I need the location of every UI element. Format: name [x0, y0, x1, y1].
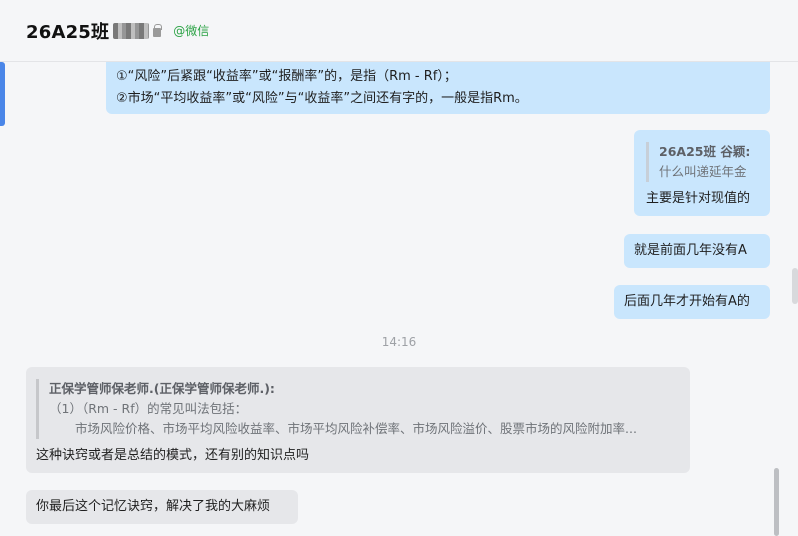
chat-header: 26A25班 @微信	[0, 0, 798, 62]
message-text: 主要是针对现值的	[646, 191, 751, 206]
lock-icon	[153, 23, 163, 37]
side-scroll-indicator[interactable]	[792, 268, 798, 304]
quoted-message[interactable]: 正保学管师保老师.(正保学管师保老师.): （1）（Rm - Rf）的常见叫法包…	[36, 379, 680, 439]
quote-text: （1）（Rm - Rf）的常见叫法包括：	[49, 401, 248, 416]
message-bubble-outgoing-quote[interactable]: 26A25班 谷颖: 什么叫递延年金 主要是针对现值的	[634, 130, 770, 216]
message-line: ②市场“平均收益率”或“风险”与“收益率”之间还有字的，一般是指Rm。	[116, 91, 528, 106]
wechat-source-tag: @微信	[173, 24, 210, 38]
quote-text: 什么叫递延年金	[659, 164, 747, 179]
message-bubble-outgoing[interactable]: 后面几年才开始有A的	[614, 285, 770, 319]
message-bubble-incoming-quote[interactable]: 正保学管师保老师.(正保学管师保老师.): （1）（Rm - Rf）的常见叫法包…	[26, 367, 690, 473]
message-line: ①“风险”后紧跟“收益率”或“报酬率”的，是指（Rm - Rf）；	[116, 69, 457, 84]
quote-author: 正保学管师保老师.(正保学管师保老师.):	[49, 381, 275, 396]
message-text: 后面几年才开始有A的	[624, 294, 750, 309]
chat-title[interactable]: 26A25班	[26, 18, 109, 44]
message-text: 这种诀窍或者是总结的模式，还有别的知识点吗	[36, 448, 310, 463]
message-bubble-incoming[interactable]: 你最后这个记忆诀窍，解决了我的大麻烦	[26, 490, 298, 524]
message-bubble-outgoing[interactable]: ①“风险”后紧跟“收益率”或“报酬率”的，是指（Rm - Rf）； ②市场“平均…	[106, 62, 770, 114]
scrollbar-thumb[interactable]	[774, 468, 779, 536]
message-text: 你最后这个记忆诀窍，解决了我的大麻烦	[36, 499, 271, 514]
message-text: 就是前面几年没有A	[634, 243, 747, 258]
quote-text: 市场风险价格、市场平均风险收益率、市场平均风险补偿率、市场风险溢价、股票市场的风…	[75, 421, 637, 436]
blurred-name	[113, 22, 150, 39]
quote-author: 26A25班 谷颖:	[659, 144, 751, 159]
left-accent-bar	[0, 62, 5, 126]
message-timestamp: 14:16	[381, 335, 417, 349]
message-bubble-outgoing[interactable]: 就是前面几年没有A	[624, 234, 770, 268]
quoted-message[interactable]: 26A25班 谷颖: 什么叫递延年金	[646, 142, 758, 182]
